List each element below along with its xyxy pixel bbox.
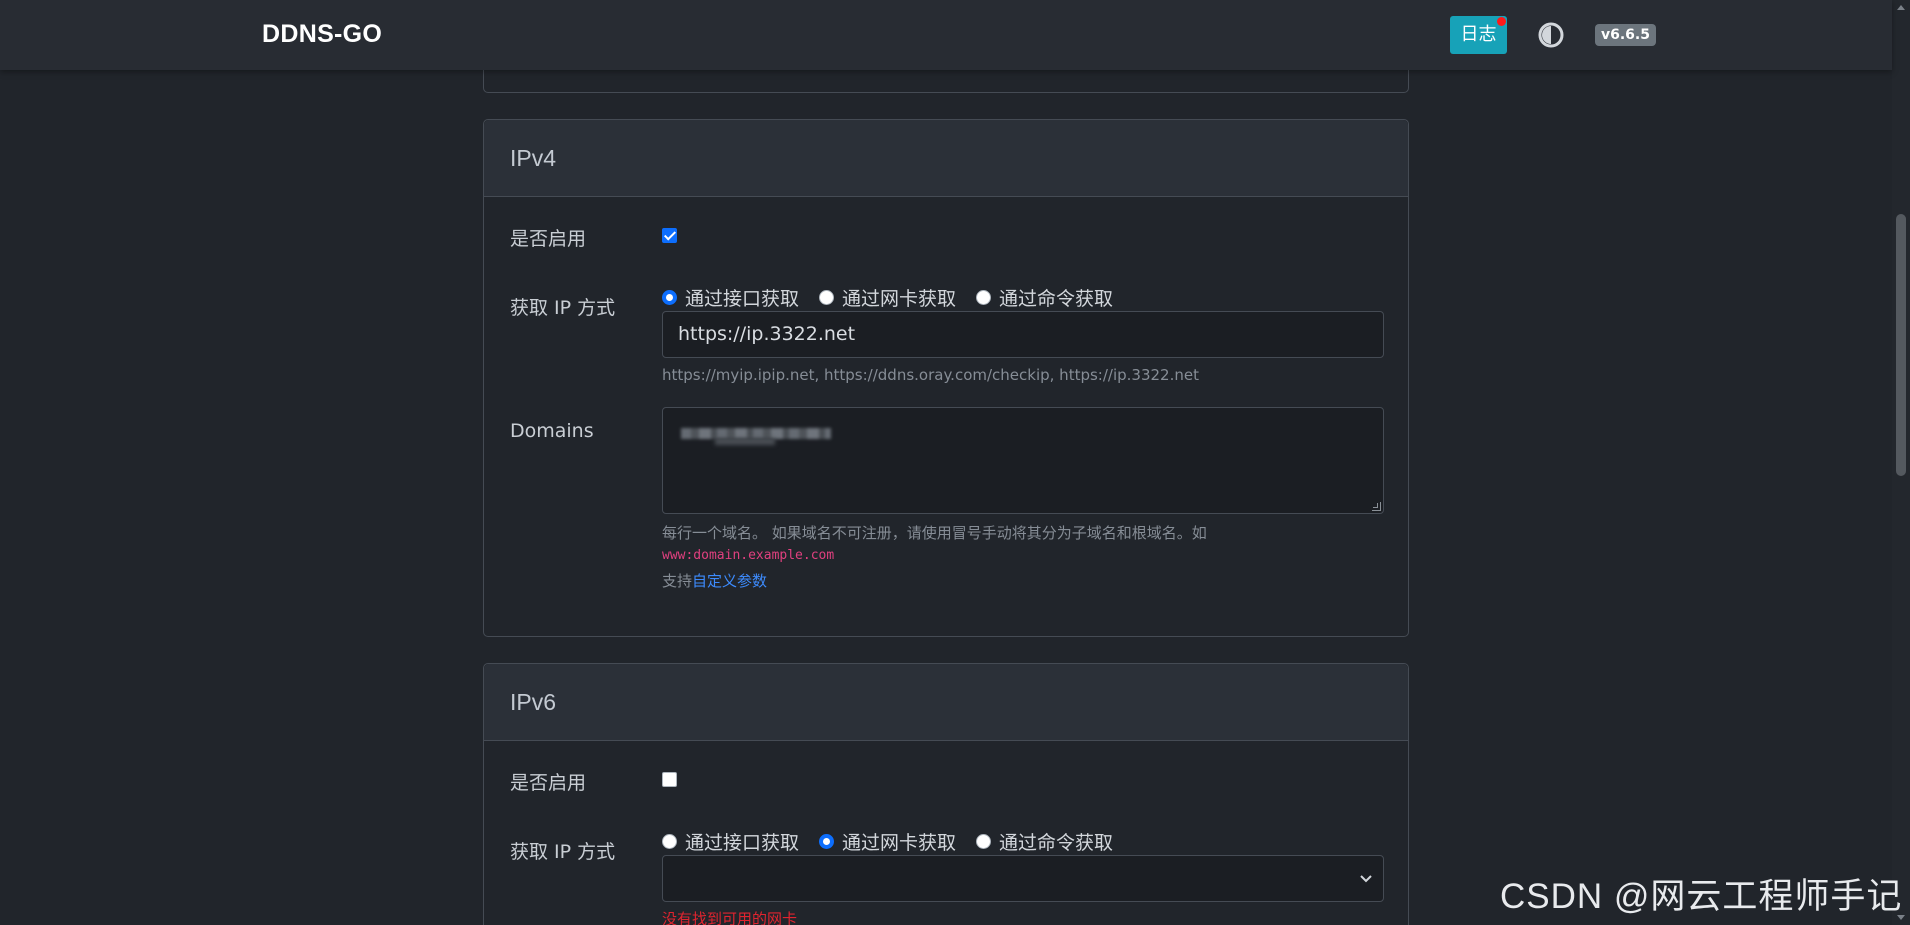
blurred-domain-text-shadow bbox=[715, 438, 775, 445]
custom-params-link[interactable]: 自定义参数 bbox=[692, 572, 767, 590]
ipv4-url-input[interactable]: https://ip.3322.net bbox=[662, 311, 1384, 358]
ipv6-card: IPv6 是否启用 获取 IP 方式 通过接口获取 通过网卡获取 通过命令获取 … bbox=[483, 663, 1409, 925]
ipv6-netcard-select[interactable] bbox=[662, 855, 1384, 902]
scroll-up-icon[interactable] bbox=[1897, 5, 1905, 10]
theme-toggle-icon[interactable] bbox=[1538, 22, 1564, 48]
radio-icon bbox=[819, 290, 835, 305]
ipv4-method-netcard[interactable]: 通过网卡获取 bbox=[819, 284, 956, 311]
ipv4-url-help: https://myip.ipip.net, https://ddns.oray… bbox=[662, 366, 1199, 384]
ipv4-card: IPv4 是否启用 获取 IP 方式 通过接口获取 通过网卡获取 通过命令获取 … bbox=[483, 119, 1409, 637]
ipv4-domains-textarea[interactable] bbox=[662, 407, 1384, 514]
ipv4-method-api[interactable]: 通过接口获取 bbox=[662, 284, 799, 311]
ipv4-enable-label: 是否启用 bbox=[510, 228, 587, 250]
csdn-watermark: CSDN @网云工程师手记 bbox=[1500, 877, 1903, 916]
ipv4-card-header: IPv4 bbox=[484, 120, 1408, 197]
domains-label: Domains bbox=[510, 420, 594, 442]
radio-icon bbox=[662, 834, 677, 849]
ipv6-method-radios: 通过接口获取 通过网卡获取 通过命令获取 bbox=[662, 828, 1133, 855]
ipv6-method-netcard[interactable]: 通过网卡获取 bbox=[819, 828, 956, 855]
ipv4-method-label: 获取 IP 方式 bbox=[510, 297, 616, 319]
support-prefix: 支持 bbox=[662, 572, 693, 590]
radio-icon bbox=[976, 834, 992, 849]
brand-logo[interactable]: DDNS-GO bbox=[262, 20, 382, 49]
version-badge: v6.6.5 bbox=[1595, 24, 1656, 46]
ipv6-title: IPv6 bbox=[510, 689, 557, 715]
ipv6-card-header: IPv6 bbox=[484, 664, 1408, 741]
ipv4-title: IPv4 bbox=[510, 145, 557, 171]
resize-grip-icon[interactable] bbox=[1372, 502, 1381, 511]
radio-selected-icon bbox=[819, 834, 835, 849]
ipv6-method-label: 获取 IP 方式 bbox=[510, 841, 616, 863]
domains-example: www:domain.example.com bbox=[662, 548, 835, 563]
support-line: 支持自定义参数 bbox=[662, 570, 767, 591]
log-button-label: 日志 bbox=[1460, 24, 1497, 45]
ipv6-method-command[interactable]: 通过命令获取 bbox=[976, 828, 1113, 855]
ipv6-enable-checkbox[interactable] bbox=[662, 772, 677, 787]
ipv6-error-text: 没有找到可用的网卡 bbox=[662, 910, 798, 925]
top-navbar: DDNS-GO 日志 v6.6.5 bbox=[0, 0, 1892, 70]
ipv6-method-api[interactable]: 通过接口获取 bbox=[662, 828, 799, 855]
chevron-down-icon bbox=[1360, 875, 1372, 883]
ipv4-method-radios: 通过接口获取 通过网卡获取 通过命令获取 bbox=[662, 284, 1133, 311]
vertical-scrollbar[interactable] bbox=[1892, 0, 1910, 925]
ipv4-method-command[interactable]: 通过命令获取 bbox=[976, 284, 1113, 311]
ipv4-enable-checkbox[interactable] bbox=[662, 228, 677, 243]
log-button[interactable]: 日志 bbox=[1450, 16, 1507, 54]
radio-selected-icon bbox=[662, 290, 677, 305]
radio-icon bbox=[976, 290, 992, 305]
scrollbar-thumb[interactable] bbox=[1896, 214, 1906, 476]
ipv6-enable-label: 是否启用 bbox=[510, 772, 587, 794]
notification-dot bbox=[1497, 17, 1506, 26]
domains-help: 每行一个域名。 如果域名不可注册，请使用冒号手动将其分为子域名和根域名。如 bbox=[662, 524, 1207, 542]
